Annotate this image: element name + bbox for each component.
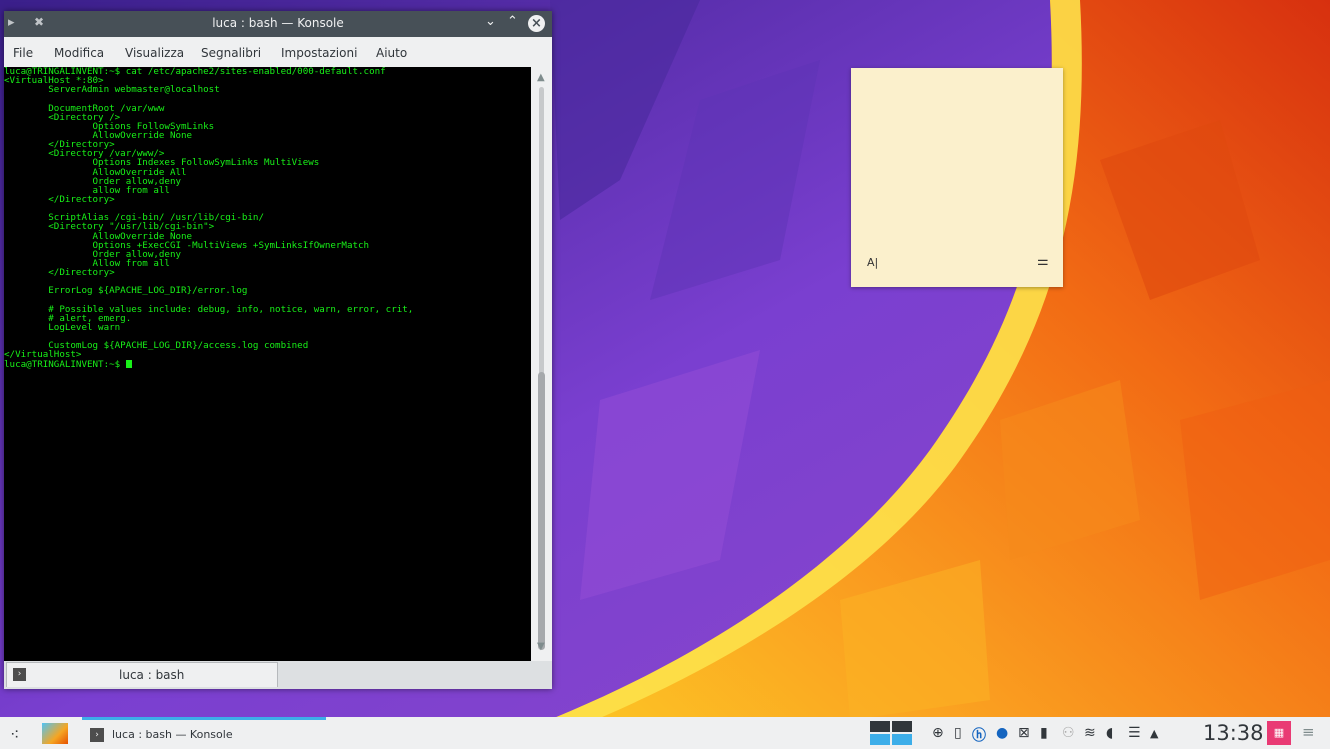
menu-view[interactable]: Visualizza bbox=[125, 46, 184, 60]
show-desktop-icon[interactable] bbox=[42, 723, 68, 744]
menu-bookmarks[interactable]: Segnalibri bbox=[201, 46, 261, 60]
chevron-up-icon[interactable]: ⌃ bbox=[507, 14, 518, 29]
pager-desktop-3[interactable] bbox=[870, 734, 890, 745]
pager-desktop-1[interactable] bbox=[870, 721, 890, 732]
app-launcher-icon[interactable]: ⁖ bbox=[10, 725, 19, 744]
calendar-icon[interactable]: ▦ bbox=[1267, 721, 1291, 745]
terminal-icon: › bbox=[13, 668, 26, 681]
screenshot-icon[interactable]: ⊠ bbox=[1018, 725, 1030, 741]
scroll-up-icon[interactable]: ▲ bbox=[537, 72, 545, 83]
pager-desktop-2[interactable] bbox=[892, 721, 912, 732]
clipboard-icon[interactable]: ▯ bbox=[954, 725, 962, 741]
task-label: luca : bash — Konsole bbox=[112, 728, 233, 741]
scroll-down-icon[interactable]: ▼ bbox=[537, 641, 545, 652]
hp-printer-icon[interactable]: ⓗ bbox=[972, 725, 986, 745]
terminal-line: ErrorLog ${APACHE_LOG_DIR}/error.log bbox=[4, 285, 248, 297]
terminal-icon: › bbox=[90, 728, 104, 742]
window-titlebar[interactable]: ▸ ✖ luca : bash — Konsole ⌄ ⌃ × bbox=[4, 11, 552, 37]
tray-expand-icon[interactable]: ▲ bbox=[1150, 727, 1158, 740]
terminal-line: ServerAdmin webmaster@localhost bbox=[4, 84, 220, 96]
volume-icon[interactable]: ◖ bbox=[1106, 725, 1113, 741]
terminal-output[interactable]: luca@TRINGALINVENT:~$ cat /etc/apache2/s… bbox=[4, 67, 531, 661]
menu-file[interactable]: File bbox=[13, 46, 33, 60]
battery-icon[interactable]: ▮ bbox=[1040, 725, 1048, 741]
menu-help[interactable]: Aiuto bbox=[376, 46, 407, 60]
terminal-line: </Directory> bbox=[4, 267, 115, 279]
wifi-icon[interactable]: ≋ bbox=[1084, 725, 1096, 741]
user-icon[interactable]: ⚇ bbox=[1062, 725, 1075, 741]
konsole-window[interactable]: ▸ ✖ luca : bash — Konsole ⌄ ⌃ × File Mod… bbox=[4, 11, 552, 689]
menu-edit[interactable]: Modifica bbox=[54, 46, 104, 60]
tab-label: luca : bash bbox=[119, 668, 185, 682]
tab-luca-bash[interactable]: › luca : bash bbox=[6, 662, 278, 687]
scrollbar-thumb[interactable] bbox=[538, 372, 545, 650]
close-icon[interactable]: × bbox=[528, 15, 545, 32]
terminal-line: </Directory> bbox=[4, 193, 115, 205]
terminal-cursor bbox=[125, 359, 132, 368]
panel-menu-icon[interactable]: ≡ bbox=[1302, 723, 1315, 741]
chevron-down-icon[interactable]: ⌄ bbox=[485, 14, 496, 29]
menu-settings[interactable]: Impostazioni bbox=[281, 46, 357, 60]
terminal-prompt: luca@TRINGALINVENT:~$ bbox=[4, 358, 126, 370]
clock[interactable]: 13:38 bbox=[1203, 721, 1264, 745]
notes-icon[interactable]: ☰ bbox=[1128, 725, 1141, 741]
taskbar: ⁖ › luca : bash — Konsole ⊕ ▯ ⓗ ● ⊠ ▮ ⚇ … bbox=[0, 717, 1330, 749]
terminal-prompt-line[interactable]: luca@TRINGALINVENT:~$ bbox=[4, 358, 531, 370]
pager-desktop-4[interactable] bbox=[892, 734, 912, 745]
terminal-line: LogLevel warn bbox=[4, 321, 121, 333]
tab-bar: › luca : bash bbox=[4, 661, 552, 689]
info-icon[interactable]: ● bbox=[996, 725, 1008, 741]
updates-icon[interactable]: ⊕ bbox=[932, 725, 944, 741]
task-konsole[interactable]: › luca : bash — Konsole bbox=[82, 720, 326, 749]
settings-sliders-icon[interactable]: ⚌ bbox=[1037, 254, 1049, 269]
terminal-line: CustomLog ${APACHE_LOG_DIR}/access.log c… bbox=[4, 340, 309, 352]
sticky-note-widget[interactable]: A| ⚌ bbox=[851, 68, 1063, 287]
terminal-scrollbar[interactable]: ▲ ▼ bbox=[531, 67, 552, 661]
text-format-button[interactable]: A| bbox=[867, 256, 878, 269]
menu-bar: File Modifica Visualizza Segnalibri Impo… bbox=[4, 37, 552, 67]
window-title: luca : bash — Konsole bbox=[212, 16, 344, 30]
